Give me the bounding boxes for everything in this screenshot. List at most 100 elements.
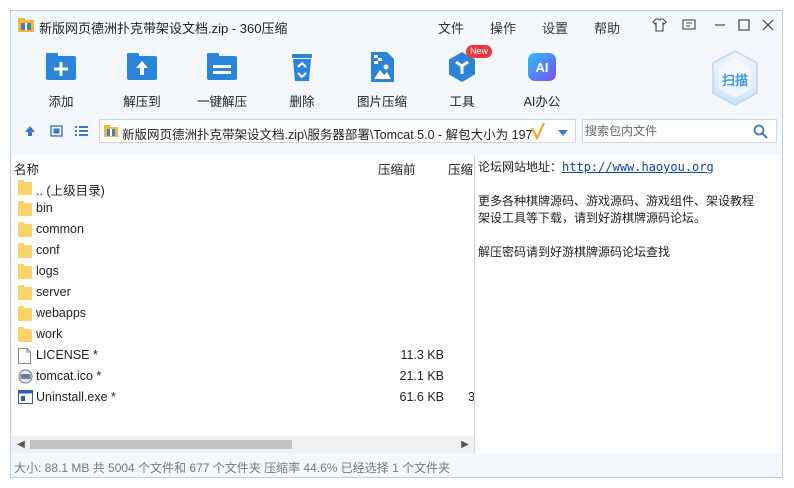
file-packed-size: 61.6 KB xyxy=(399,390,444,404)
add-label: 添加 xyxy=(48,95,74,109)
folder-row[interactable]: .. (上级目录) xyxy=(12,177,474,198)
file-name: webapps xyxy=(36,306,87,320)
recycle-bin-icon xyxy=(286,51,318,83)
file-icon xyxy=(18,348,32,364)
image-compress-button[interactable]: 图片压缩 xyxy=(350,51,414,110)
folder-row[interactable]: logs xyxy=(12,261,474,282)
scrollbar-thumb[interactable] xyxy=(30,440,292,449)
list-view-icon[interactable] xyxy=(74,124,88,138)
title-bar: 新版网页德洲扑克带架设文档.zip - 360压缩 文件 操作 设置 帮助 xyxy=(11,11,782,41)
comment-line-3: 架设工具等下载，请到好游棋牌源码论坛。 xyxy=(478,211,707,225)
folder-row[interactable]: bin xyxy=(12,198,474,219)
ai-office-button[interactable]: AI AI办公 xyxy=(510,51,574,110)
ai-icon-text: AI xyxy=(536,60,549,75)
file-packed-size: 11.3 KB xyxy=(400,348,444,362)
file-packed-size: 21.1 KB xyxy=(399,369,444,383)
file-name: bin xyxy=(36,201,53,215)
search-box xyxy=(582,119,777,143)
minimize-icon[interactable] xyxy=(712,17,728,33)
delete-button[interactable]: 删除 xyxy=(270,51,334,110)
file-name: tomcat.ico * xyxy=(36,369,102,383)
file-name: server xyxy=(36,285,71,299)
file-name: common xyxy=(36,222,84,236)
exe-file-icon xyxy=(18,390,33,406)
maximize-icon[interactable] xyxy=(736,17,752,33)
chevron-down-icon[interactable] xyxy=(557,126,569,140)
one-click-extract-label: 一键解压 xyxy=(196,95,247,109)
search-icon[interactable] xyxy=(753,124,768,142)
thumbnail-view-icon[interactable] xyxy=(49,124,63,138)
file-name: .. (上级目录) xyxy=(36,184,105,198)
toolbar: 添加 解压到 一键解压 删除 图片压缩 New 工具 AI AI办公 扫描 xyxy=(11,41,782,121)
folder-row[interactable]: work xyxy=(12,324,474,345)
scan-button[interactable]: 扫描 xyxy=(710,49,760,107)
folder-icon xyxy=(18,264,32,280)
extract-to-label: 解压到 xyxy=(123,95,161,109)
file-compressed-size: 3 xyxy=(468,390,475,404)
search-input[interactable] xyxy=(583,120,745,142)
file-list: 名称 压缩前 压缩 .. (上级目录) bin common conf logs serv… xyxy=(12,155,475,453)
menu-settings[interactable]: 设置 xyxy=(542,18,568,37)
column-header-compressed[interactable]: 压缩 xyxy=(448,159,473,178)
window-title: 新版网页德洲扑克带架设文档.zip - 360压缩 xyxy=(39,21,288,36)
ai-office-label: AI办公 xyxy=(523,95,561,109)
ai-office-icon: AI xyxy=(526,51,558,83)
file-row[interactable]: Uninstall.exe * 61.6 KB 3 xyxy=(12,387,474,408)
column-header-packed[interactable]: 压缩前 xyxy=(378,159,416,178)
tools-icon: New xyxy=(446,45,493,83)
archive-comment-panel: 论坛网站地址：http://www.haoyou.org 更多各种棋牌源码、游戏… xyxy=(476,155,782,453)
status-bar: 大小: 88.1 MB 共 5004 个文件和 677 个文件夹 压缩率 44.… xyxy=(11,455,782,477)
comment-line-4: 解压密码请到好游棋牌源码论坛查找 xyxy=(478,245,671,259)
file-name: LICENSE * xyxy=(36,348,98,362)
app-window: 新版网页德洲扑克带架设文档.zip - 360压缩 文件 操作 设置 帮助 添加 xyxy=(10,10,783,478)
comment-line-2: 更多各种棋牌源码、游戏源码、游戏组件、架设教程 xyxy=(478,194,755,208)
extract-to-icon xyxy=(126,51,158,83)
folder-icon xyxy=(18,285,32,301)
navigation-bar: 新版网页德洲扑克带架设文档.zip\服务器部署\Tomcat 5.0 - 解包大… xyxy=(11,119,782,145)
tools-button[interactable]: New 工具 xyxy=(430,45,494,110)
folder-row[interactable]: conf xyxy=(12,240,474,261)
forum-link[interactable]: http://www.haoyou.org xyxy=(562,160,714,174)
folder-row[interactable]: webapps xyxy=(12,303,474,324)
scroll-left-icon[interactable]: ◀ xyxy=(14,437,28,452)
add-button[interactable]: 添加 xyxy=(29,51,93,110)
menu-help[interactable]: 帮助 xyxy=(594,18,620,37)
up-arrow-icon[interactable] xyxy=(23,124,37,138)
extract-to-button[interactable]: 解压到 xyxy=(110,51,174,110)
scan-label: 扫描 xyxy=(721,73,748,88)
menu-operation[interactable]: 操作 xyxy=(490,18,516,37)
file-name: conf xyxy=(36,243,60,257)
forum-line: 论坛网站地址：http://www.haoyou.org xyxy=(478,158,714,175)
ico-file-icon xyxy=(18,369,33,385)
file-row[interactable]: tomcat.ico * 21.1 KB xyxy=(12,366,474,387)
horizontal-scrollbar[interactable]: ◀ ▶ xyxy=(12,436,474,453)
menu-file[interactable]: 文件 xyxy=(438,18,464,37)
add-icon xyxy=(45,51,77,83)
folder-icon xyxy=(18,306,32,322)
file-name: work xyxy=(36,327,63,341)
archive-path-icon xyxy=(104,125,118,137)
check-mark-icon xyxy=(531,122,545,143)
folder-row[interactable]: common xyxy=(12,219,474,240)
image-compress-label: 图片压缩 xyxy=(356,95,407,109)
close-icon[interactable] xyxy=(760,17,776,33)
folder-icon xyxy=(18,222,32,238)
one-click-extract-icon xyxy=(206,51,238,83)
folder-icon xyxy=(18,327,32,343)
folder-icon xyxy=(18,201,32,217)
column-header-name[interactable]: 名称 xyxy=(14,159,39,178)
tools-label: 工具 xyxy=(449,95,475,109)
file-name: logs xyxy=(36,264,59,278)
forum-label: 论坛网站地址： xyxy=(478,160,563,174)
scroll-right-icon[interactable]: ▶ xyxy=(458,437,472,452)
address-bar[interactable]: 新版网页德洲扑克带架设文档.zip\服务器部署\Tomcat 5.0 - 解包大… xyxy=(99,119,576,143)
one-click-extract-button[interactable]: 一键解压 xyxy=(190,51,254,110)
folder-icon xyxy=(18,243,32,259)
feedback-icon[interactable] xyxy=(681,17,697,33)
folder-row[interactable]: server xyxy=(12,282,474,303)
file-row[interactable]: LICENSE * 11.3 KB xyxy=(12,345,474,366)
file-name: Uninstall.exe * xyxy=(36,390,116,404)
archive-app-icon xyxy=(18,18,34,32)
address-path: 新版网页德洲扑克带架设文档.zip\服务器部署\Tomcat 5.0 - 解包大… xyxy=(122,128,532,142)
skin-shirt-icon[interactable] xyxy=(651,17,667,33)
